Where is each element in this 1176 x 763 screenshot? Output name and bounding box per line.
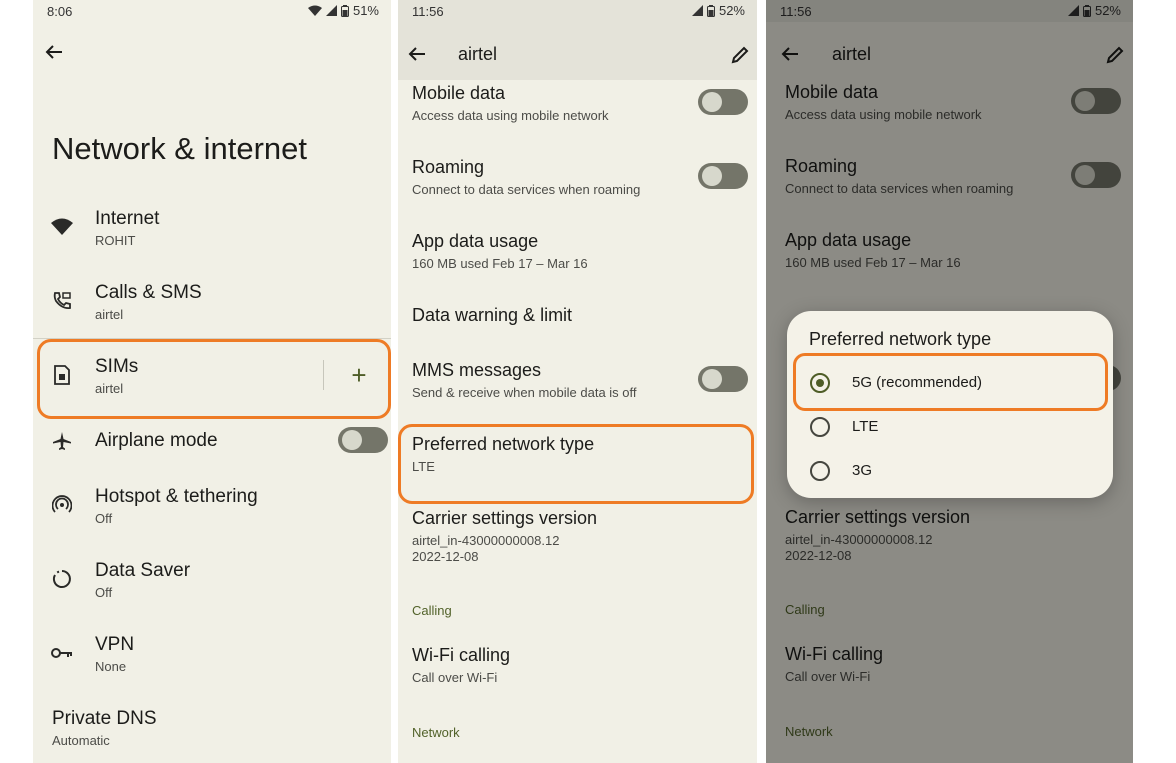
- calls-sms-icon: [51, 290, 73, 312]
- internet-sub: ROHIT: [95, 233, 136, 248]
- private-dns-sub: Automatic: [52, 733, 110, 748]
- battery-level: 51%: [352, 3, 379, 18]
- mobile-data-label: Mobile data: [412, 83, 506, 103]
- option-lte-label: LTE: [852, 418, 879, 435]
- wifi-calling-item[interactable]: Wi-Fi calling Call over Wi-Fi: [398, 642, 757, 692]
- roaming-toggle[interactable]: [698, 163, 748, 189]
- hotspot-icon: [51, 494, 73, 516]
- data-saver-label: Data Saver: [95, 560, 191, 581]
- mobile-data-sub: Access data using mobile network: [412, 108, 609, 123]
- airplane-icon: [51, 430, 73, 452]
- hotspot-label: Hotspot & tethering: [95, 486, 258, 507]
- radio-lte[interactable]: [810, 417, 830, 437]
- calls-sms-item[interactable]: Calls & SMS airtel: [33, 274, 391, 332]
- private-dns-label: Private DNS: [52, 708, 157, 729]
- back-arrow-icon: [408, 47, 425, 61]
- mobile-data-toggle[interactable]: [698, 89, 748, 115]
- status-time: 11:56: [412, 4, 444, 19]
- signal-icon: [325, 5, 337, 16]
- wifi-status-icon: [307, 5, 322, 16]
- internet-item[interactable]: Internet ROHIT: [33, 200, 391, 258]
- internet-label: Internet: [95, 208, 160, 229]
- battery-level: 52%: [718, 3, 745, 18]
- vpn-item[interactable]: VPN None: [33, 626, 391, 684]
- vpn-sub: None: [95, 659, 127, 674]
- private-dns-item[interactable]: Private DNS Automatic: [33, 700, 391, 758]
- wifi-calling-label: Wi-Fi calling: [412, 645, 511, 665]
- network-section-header: Network: [412, 725, 460, 740]
- radio-3g[interactable]: [810, 461, 830, 481]
- airplane-mode-toggle[interactable]: [338, 427, 388, 453]
- mms-label: MMS messages: [412, 360, 542, 380]
- hotspot-item[interactable]: Hotspot & tethering Off: [33, 478, 391, 536]
- dialog-title: Preferred network type: [809, 329, 992, 349]
- data-saver-sub: Off: [95, 585, 113, 600]
- 5g-option-highlight: [793, 353, 1108, 411]
- data-saver-icon: [51, 568, 73, 590]
- pencil-icon: [731, 46, 749, 64]
- vpn-key-icon: [51, 642, 73, 664]
- option-3g-label: 3G: [852, 462, 873, 479]
- roaming-sub: Connect to data services when roaming: [412, 182, 641, 197]
- data-warning-item[interactable]: Data warning & limit: [398, 302, 757, 342]
- sims-highlight: [37, 339, 391, 419]
- status-time: 8:06: [47, 4, 73, 19]
- edit-button[interactable]: [731, 46, 749, 64]
- airtel-sim-settings-screen: 11:56 52% airtel Mobile data Access data…: [398, 0, 757, 763]
- back-button[interactable]: [408, 46, 428, 62]
- mms-sub: Send & receive when mobile data is off: [412, 385, 637, 400]
- carrier-settings-item[interactable]: Carrier settings version airtel_in-43000…: [398, 505, 757, 565]
- wifi-calling-sub: Call over Wi-Fi: [412, 670, 498, 685]
- page-title: Network & internet: [52, 131, 307, 166]
- calls-sms-label: Calls & SMS: [95, 282, 202, 303]
- data-saver-item[interactable]: Data Saver Off: [33, 552, 391, 610]
- status-bar: 11:56 52%: [398, 0, 757, 22]
- option-lte[interactable]: LTE: [787, 405, 1113, 445]
- option-3g[interactable]: 3G: [787, 449, 1113, 489]
- app-data-usage-sub: 160 MB used Feb 17 – Mar 16: [412, 256, 588, 271]
- airplane-mode-label: Airplane mode: [95, 430, 218, 451]
- app-data-usage-item[interactable]: App data usage 160 MB used Feb 17 – Mar …: [398, 228, 757, 278]
- appbar-title: airtel: [458, 44, 498, 64]
- carrier-settings-date: 2022-12-08: [412, 549, 479, 564]
- vpn-label: VPN: [95, 634, 135, 655]
- carrier-settings-sub: airtel_in-43000000008.12: [412, 533, 560, 548]
- back-arrow-icon: [45, 45, 62, 59]
- hotspot-sub: Off: [95, 511, 113, 526]
- roaming-label: Roaming: [412, 157, 485, 177]
- network-internet-screen: 8:06 51% Network & internet Internet ROH…: [33, 0, 391, 763]
- carrier-settings-label: Carrier settings version: [412, 508, 598, 528]
- battery-icon: [706, 4, 715, 17]
- battery-icon: [340, 4, 349, 17]
- mms-toggle[interactable]: [698, 366, 748, 392]
- preferred-network-highlight: [398, 424, 754, 504]
- data-warning-label: Data warning & limit: [412, 305, 573, 325]
- calls-sms-sub: airtel: [95, 307, 124, 322]
- wifi-icon: [51, 216, 73, 238]
- status-bar: 8:06 51%: [33, 0, 391, 22]
- app-data-usage-label: App data usage: [412, 231, 539, 251]
- calling-section-header: Calling: [412, 603, 452, 618]
- app-bar: airtel: [398, 22, 757, 80]
- signal-icon: [691, 5, 703, 16]
- back-button[interactable]: [45, 44, 67, 62]
